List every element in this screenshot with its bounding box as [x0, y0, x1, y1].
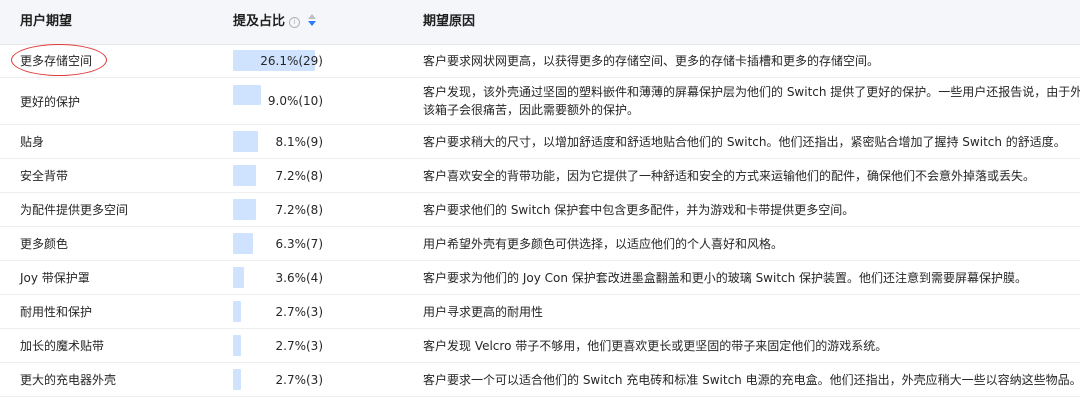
share-bar	[233, 335, 241, 356]
share-value: 3.6%(4)	[275, 270, 323, 285]
expectation-table: 用户期望 提及占比 i 期望原因 更多存储空间 26.1%(29) 客户要求网状网更高…	[0, 0, 1080, 410]
share-value: 2.7%(3)	[275, 338, 323, 353]
share-cell: 7.2%(8)	[233, 193, 403, 226]
table-row: 更好的保护 9.0%(10) 客户发现，该外壳通过坚固的塑料嵌件和薄薄的屏幕保护层为…	[0, 78, 1080, 125]
reason-text: 客户发现 Velcro 带子不够用，他们更喜欢更长或更坚固的带子来固定他们的游戏…	[423, 338, 888, 353]
share-value: 6.3%(7)	[275, 236, 323, 251]
table-row: 为配件提供更多空间 7.2%(8) 客户要求他们的 Switch 保护套中包含更多配…	[0, 193, 1080, 227]
reason-text: 客户要求一个可以适合他们的 Switch 充电砖和标准 Switch 电源的充电…	[423, 372, 1080, 387]
share-value: 2.7%(3)	[275, 304, 323, 319]
reason-line-2: 该箱子会很痛苦，因此需要额外的保护。	[423, 103, 640, 117]
expectation-name: 耐用性和保护	[20, 305, 93, 319]
share-value: 2.7%(3)	[275, 372, 323, 387]
expectation-name: 更多存储空间	[20, 54, 93, 68]
table-row: 耐用性和保护 2.7%(3) 用户寻求更高的耐用性	[0, 295, 1080, 329]
share-bar	[233, 369, 241, 390]
expectation-name: Joy 带保护罩	[20, 271, 90, 285]
share-bar	[233, 233, 253, 254]
expectation-name: 更好的保护	[20, 94, 81, 109]
table-row: 安全背带 7.2%(8) 客户喜欢安全的背带功能，因为它提供了一种舒适和安全的方式来…	[0, 159, 1080, 193]
share-value: 7.2%(8)	[275, 168, 323, 183]
column-header-share-label: 提及占比	[233, 14, 286, 29]
share-value: 7.2%(8)	[275, 202, 323, 217]
share-cell: 26.1%(29)	[233, 44, 403, 77]
share-cell: 3.6%(4)	[233, 261, 403, 294]
reason-line-1: 客户发现，该外壳通过坚固的塑料嵌件和薄薄的屏幕保护层为他们的 Switch 提供…	[423, 85, 1080, 99]
reason-text: 客户要求为他们的 Joy Con 保护套改进墨盒翻盖和更小的玻璃 Switch …	[423, 270, 1028, 285]
table-row: 加长的魔术贴带 2.7%(3) 客户发现 Velcro 带子不够用，他们更喜欢更长或…	[0, 329, 1080, 363]
share-value: 9.0%(10)	[267, 94, 323, 108]
share-cell: 6.3%(7)	[233, 227, 403, 260]
share-bar	[233, 199, 256, 220]
info-icon[interactable]: i	[289, 17, 301, 28]
share-cell: 2.7%(3)	[233, 363, 403, 396]
expectation-name: 为配件提供更多空间	[20, 203, 129, 217]
table-header: 用户期望 提及占比 i 期望原因	[0, 0, 1080, 45]
sort-desc-icon[interactable]	[308, 21, 317, 26]
table-row: 更大的充电器外壳 2.7%(3) 客户要求一个可以适合他们的 Switch 充电砖和…	[0, 363, 1080, 397]
share-bar	[233, 165, 256, 186]
reason-text: 用户希望外壳有更多颜色可供选择，以适应他们的个人喜好和风格。	[423, 236, 784, 251]
sort-asc-icon[interactable]	[308, 14, 317, 19]
reason-lines: 客户发现，该外壳通过坚固的塑料嵌件和薄薄的屏幕保护层为他们的 Switch 提供…	[423, 83, 1080, 119]
share-bar	[233, 301, 241, 322]
table-row: 更多存储空间 26.1%(29) 客户要求网状网更高，以获得更多的存储空间、更多的存…	[0, 44, 1080, 78]
sort-icon[interactable]	[308, 14, 317, 26]
expectation-name: 更多颜色	[20, 237, 69, 251]
expectation-name: 贴身	[20, 135, 45, 149]
share-cell: 2.7%(3)	[233, 329, 403, 362]
expectation-name: 更大的充电器外壳	[20, 373, 117, 387]
column-header-expectation: 用户期望	[20, 14, 73, 29]
share-value: 8.1%(9)	[275, 134, 323, 149]
share-bar	[233, 267, 244, 288]
share-bar	[233, 85, 261, 105]
table-row: 贴身 8.1%(9) 客户要求稍大的尺寸，以增加舒适度和舒适地贴合他们的 Switc…	[0, 125, 1080, 159]
table-row: Joy 带保护罩 3.6%(4) 客户要求为他们的 Joy Con 保护套改进墨盒翻…	[0, 261, 1080, 295]
reason-text: 用户寻求更高的耐用性	[423, 304, 544, 319]
column-header-share[interactable]: 提及占比 i	[233, 0, 317, 44]
expectation-name: 加长的魔术贴带	[20, 339, 105, 353]
share-bar	[233, 131, 258, 152]
share-cell: 8.1%(9)	[233, 125, 403, 158]
share-cell: 7.2%(8)	[233, 159, 403, 192]
reason-text: 客户要求稍大的尺寸，以增加舒适度和舒适地贴合他们的 Switch。他们还指出，紧…	[423, 134, 1066, 149]
reason-text: 客户要求他们的 Switch 保护套中包含更多配件，并为游戏和卡带提供更多空间。	[423, 202, 855, 217]
share-value: 26.1%(29)	[260, 53, 323, 68]
reason-text: 客户喜欢安全的背带功能，因为它提供了一种舒适和安全的方式来运输他们的配件，确保他…	[423, 168, 1036, 183]
expectation-name: 安全背带	[20, 169, 69, 183]
column-header-reason: 期望原因	[423, 14, 476, 29]
share-cell: 9.0%(10)	[233, 78, 403, 124]
table-row: 更多颜色 6.3%(7) 用户希望外壳有更多颜色可供选择，以适应他们的个人喜好和风格…	[0, 227, 1080, 261]
reason-text: 客户发现，该外壳通过坚固的塑料嵌件和薄薄的屏幕保护层为他们的 Switch 提供…	[423, 78, 1080, 124]
reason-text: 客户要求网状网更高，以获得更多的存储空间、更多的存储卡插槽和更多的存储空间。	[423, 53, 880, 68]
share-cell: 2.7%(3)	[233, 295, 403, 328]
